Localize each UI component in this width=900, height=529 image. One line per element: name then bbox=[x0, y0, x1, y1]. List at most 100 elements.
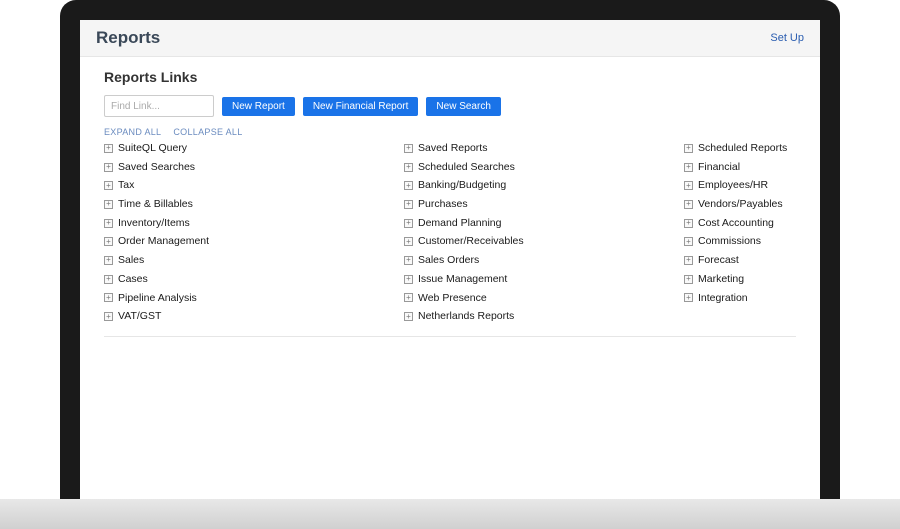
link-item[interactable]: + Sales Orders bbox=[404, 253, 664, 268]
link-label: Tax bbox=[118, 178, 134, 193]
link-item[interactable]: + Demand Planning bbox=[404, 216, 664, 231]
setup-link[interactable]: Set Up bbox=[770, 32, 804, 44]
expand-icon: + bbox=[404, 237, 413, 246]
link-columns: +SuiteQL Query +Saved Searches +Tax +Tim… bbox=[104, 141, 796, 337]
laptop-frame: Reports Set Up Reports Links New Report … bbox=[60, 0, 840, 499]
link-item[interactable]: + Order Management bbox=[104, 234, 384, 249]
link-label: Purchases bbox=[418, 197, 468, 212]
column-2: + Saved Reports +Scheduled Searches +Bank… bbox=[404, 141, 664, 324]
expand-all-link[interactable]: EXPAND ALL bbox=[104, 127, 161, 137]
link-item[interactable]: + SuiteQL Query bbox=[104, 141, 384, 156]
page-title: Reports bbox=[96, 28, 160, 48]
expand-icon: + bbox=[684, 275, 693, 284]
link-item[interactable]: + Financial bbox=[684, 160, 796, 175]
expand-icon: + bbox=[404, 144, 413, 153]
expand-icon: + bbox=[104, 275, 113, 284]
new-search-button[interactable]: New Search bbox=[426, 97, 500, 116]
link-label: Scheduled Reports bbox=[698, 141, 787, 156]
link-label: Sales bbox=[118, 253, 144, 268]
content-area: Reports Links New Report New Financial R… bbox=[80, 57, 820, 349]
app-screen: Reports Set Up Reports Links New Report … bbox=[80, 20, 820, 499]
expand-icon: + bbox=[104, 312, 113, 321]
link-label: Cost Accounting bbox=[698, 216, 774, 231]
new-financial-report-button[interactable]: New Financial Report bbox=[303, 97, 419, 116]
link-label: Issue Management bbox=[418, 272, 507, 287]
link-label: SuiteQL Query bbox=[118, 141, 187, 156]
link-label: Demand Planning bbox=[418, 216, 501, 231]
expand-icon: + bbox=[104, 181, 113, 190]
link-item[interactable]: + Pipeline Analysis bbox=[104, 291, 384, 306]
link-item[interactable]: + Cost Accounting bbox=[684, 216, 796, 231]
expand-icon: + bbox=[684, 256, 693, 265]
expand-icon: + bbox=[404, 312, 413, 321]
link-label: Netherlands Reports bbox=[418, 309, 514, 324]
link-item[interactable]: + Forecast bbox=[684, 253, 796, 268]
link-item[interactable]: +Scheduled Reports bbox=[684, 141, 796, 156]
link-label: Vendors/Payables bbox=[698, 197, 783, 212]
expand-icon: + bbox=[684, 237, 693, 246]
link-label: Commissions bbox=[698, 234, 761, 249]
expand-icon: + bbox=[684, 200, 693, 209]
expand-icon: + bbox=[104, 293, 113, 302]
link-label: Marketing bbox=[698, 272, 744, 287]
link-item[interactable]: + Inventory/Items bbox=[104, 216, 384, 231]
link-item[interactable]: +Scheduled Searches bbox=[404, 160, 664, 175]
link-item[interactable]: + Tax bbox=[104, 178, 384, 193]
link-label: Saved Searches bbox=[118, 160, 195, 175]
link-item[interactable]: +Banking/Budgeting bbox=[404, 178, 664, 193]
expand-icon: + bbox=[104, 144, 113, 153]
link-item[interactable]: + VAT/GST bbox=[104, 309, 384, 324]
link-item[interactable]: + Cases bbox=[104, 272, 384, 287]
link-item[interactable]: + Time & Billables bbox=[104, 197, 384, 212]
link-item[interactable]: + Sales bbox=[104, 253, 384, 268]
expand-icon: + bbox=[104, 200, 113, 209]
expand-icon: + bbox=[404, 219, 413, 228]
link-item[interactable]: + Saved Reports bbox=[404, 141, 664, 156]
expand-icon: + bbox=[404, 200, 413, 209]
link-label: Saved Reports bbox=[418, 141, 487, 156]
expand-icon: + bbox=[104, 237, 113, 246]
link-item[interactable]: + Customer/Receivables bbox=[404, 234, 664, 249]
expand-icon: + bbox=[404, 256, 413, 265]
expand-controls: EXPAND ALL COLLAPSE ALL bbox=[104, 127, 796, 137]
link-item[interactable]: + Commissions bbox=[684, 234, 796, 249]
expand-icon: + bbox=[684, 219, 693, 228]
expand-icon: + bbox=[104, 219, 113, 228]
link-label: Cases bbox=[118, 272, 148, 287]
link-label: Time & Billables bbox=[118, 197, 193, 212]
link-item[interactable]: + Web Presence bbox=[404, 291, 664, 306]
link-label: VAT/GST bbox=[118, 309, 161, 324]
link-item[interactable]: +Issue Management bbox=[404, 272, 664, 287]
link-label: Inventory/Items bbox=[118, 216, 190, 231]
link-item[interactable]: + Marketing bbox=[684, 272, 796, 287]
link-item[interactable]: +Integration bbox=[684, 291, 796, 306]
expand-icon: + bbox=[404, 293, 413, 302]
link-item[interactable]: + Netherlands Reports bbox=[404, 309, 664, 324]
link-item[interactable]: + Vendors/Payables bbox=[684, 197, 796, 212]
section-title: Reports Links bbox=[104, 69, 796, 85]
link-label: Forecast bbox=[698, 253, 739, 268]
link-label: Sales Orders bbox=[418, 253, 479, 268]
expand-icon: + bbox=[404, 163, 413, 172]
column-1: +SuiteQL Query +Saved Searches +Tax +Tim… bbox=[104, 141, 384, 324]
expand-icon: + bbox=[684, 181, 693, 190]
find-link-input[interactable] bbox=[104, 95, 214, 117]
toolbar: New Report New Financial Report New Sear… bbox=[104, 95, 796, 117]
link-label: Integration bbox=[698, 291, 748, 306]
link-label: Order Management bbox=[118, 234, 209, 249]
laptop-base bbox=[0, 499, 900, 529]
link-label: Employees/HR bbox=[698, 178, 768, 193]
link-label: Financial bbox=[698, 160, 740, 175]
link-item[interactable]: + Purchases bbox=[404, 197, 664, 212]
expand-icon: + bbox=[684, 163, 693, 172]
link-label: Web Presence bbox=[418, 291, 487, 306]
expand-icon: + bbox=[404, 181, 413, 190]
collapse-all-link[interactable]: COLLAPSE ALL bbox=[173, 127, 242, 137]
link-item[interactable]: + Employees/HR bbox=[684, 178, 796, 193]
header-bar: Reports Set Up bbox=[80, 20, 820, 57]
link-item[interactable]: +Saved Searches bbox=[104, 160, 384, 175]
expand-icon: + bbox=[104, 256, 113, 265]
link-label: Pipeline Analysis bbox=[118, 291, 197, 306]
link-label: Customer/Receivables bbox=[418, 234, 524, 249]
new-report-button[interactable]: New Report bbox=[222, 97, 295, 116]
